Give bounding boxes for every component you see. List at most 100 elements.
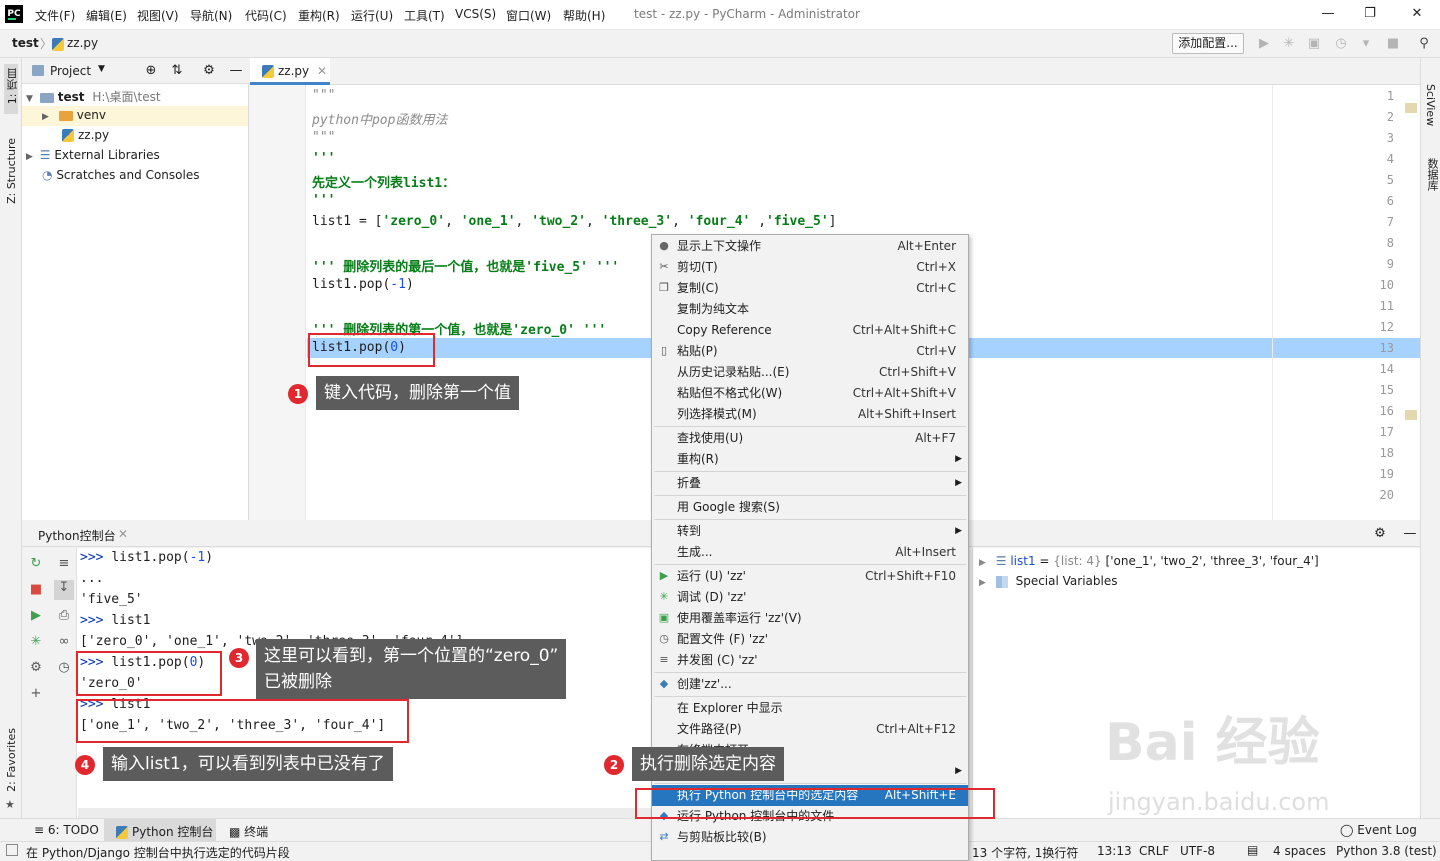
- context-menu-item[interactable]: 用 Google 搜索(S): [652, 497, 968, 518]
- status-encoding[interactable]: UTF-8: [1180, 844, 1215, 858]
- context-menu-item[interactable]: ▯ 粘贴(P) Ctrl+V: [652, 341, 968, 362]
- settings-icon[interactable]: ⚙: [28, 660, 44, 676]
- status-toggle-icon[interactable]: [6, 844, 18, 856]
- context-menu-item[interactable]: 转到 ▶: [652, 521, 968, 542]
- context-menu-item[interactable]: ❐ 复制(C) Ctrl+C: [652, 278, 968, 299]
- sciview-tool-tab[interactable]: SciView: [1424, 84, 1437, 126]
- context-menu-item[interactable]: ✳ 调试 (D) 'zz': [652, 587, 968, 608]
- breadcrumb-project[interactable]: test: [12, 36, 39, 50]
- restore-icon[interactable]: ❐: [1360, 6, 1380, 24]
- menu-code[interactable]: 代码(C): [245, 7, 287, 24]
- right-tool-stripe: SciView 数据库: [1420, 58, 1440, 818]
- context-menu-item[interactable]: 生成... Alt+Insert: [652, 542, 968, 563]
- structure-tool-tab[interactable]: Z: Structure: [5, 138, 18, 204]
- tree-item-venv[interactable]: ▶ venv: [42, 108, 106, 122]
- context-menu-item[interactable]: 复制为纯文本: [652, 299, 968, 320]
- run-icon: ▶: [659, 569, 669, 582]
- close-icon[interactable]: ✕: [1407, 6, 1427, 24]
- menu-vcs[interactable]: VCS(S): [455, 7, 496, 21]
- status-interpreter[interactable]: Python 3.8 (test): [1336, 844, 1437, 858]
- context-menu-item[interactable]: Copy Reference Ctrl+Alt+Shift+C: [652, 320, 968, 341]
- menu-window[interactable]: 窗口(W): [506, 7, 551, 24]
- menu-navigate[interactable]: 导航(N): [190, 7, 232, 24]
- chevron-down-icon[interactable]: ▼: [98, 64, 105, 74]
- profile-icon[interactable]: ◷: [1333, 36, 1349, 52]
- context-menu-item[interactable]: ◷ 配置文件 (F) 'zz': [652, 629, 968, 650]
- gear-icon[interactable]: ⚙: [201, 63, 217, 79]
- context-menu-item[interactable]: ◆ 创建'zz'...: [652, 674, 968, 695]
- hide-icon[interactable]: —: [228, 63, 244, 79]
- gear-icon[interactable]: ⚙: [1372, 526, 1388, 542]
- step-badge-2: 2: [604, 755, 624, 775]
- context-menu-item[interactable]: 粘贴但不格式化(W) Ctrl+Alt+Shift+V: [652, 383, 968, 404]
- menu-edit[interactable]: 编辑(E): [86, 7, 127, 24]
- context-menu-item[interactable]: 查找使用(U) Alt+F7: [652, 428, 968, 449]
- show-variables-icon[interactable]: ∞: [56, 634, 72, 650]
- event-log-tab[interactable]: ◯ Event Log: [1340, 823, 1417, 837]
- python-console-tab[interactable]: Python 控制台: [116, 823, 213, 840]
- rerun-icon[interactable]: ↻: [28, 556, 44, 572]
- add-configuration-button[interactable]: 添加配置...: [1172, 33, 1244, 54]
- collapse-icon[interactable]: ⇅: [169, 63, 185, 79]
- context-menu-item[interactable]: 折叠 ▶: [652, 473, 968, 494]
- breadcrumb-file[interactable]: zz.py: [67, 36, 98, 50]
- tree-root[interactable]: ▼ test H:\桌面\test: [26, 88, 161, 105]
- history-icon[interactable]: ◷: [56, 660, 72, 676]
- menu-run[interactable]: 运行(U): [351, 7, 393, 24]
- status-line-separator[interactable]: CRLF: [1139, 844, 1169, 858]
- project-view-selector[interactable]: Project: [50, 64, 91, 78]
- debug-icon[interactable]: ✳: [1281, 36, 1297, 52]
- terminal-tab[interactable]: ▩ 终端: [229, 823, 268, 840]
- run-icon[interactable]: ▶: [1256, 36, 1272, 52]
- console-scrollbar[interactable]: [78, 808, 652, 818]
- todo-tab[interactable]: ≡ 6: TODO: [34, 823, 99, 837]
- minimize-icon[interactable]: —: [1318, 6, 1338, 24]
- menu-file[interactable]: 文件(F): [35, 7, 75, 24]
- chevron-down-icon[interactable]: ▾: [1358, 36, 1374, 52]
- search-icon[interactable]: ⚲: [1416, 36, 1432, 52]
- context-menu-item[interactable]: 从历史记录粘贴...(E) Ctrl+Shift+V: [652, 362, 968, 383]
- hide-icon[interactable]: —: [1402, 526, 1418, 542]
- console-tab[interactable]: Python控制台: [38, 527, 116, 544]
- locate-icon[interactable]: ⊕: [143, 63, 159, 79]
- add-icon[interactable]: +: [28, 686, 44, 702]
- close-icon[interactable]: ✕: [317, 64, 327, 78]
- context-menu-item[interactable]: ▣ 使用覆盖率运行 'zz'(V): [652, 608, 968, 629]
- tree-item-zz-py[interactable]: zz.py: [62, 128, 109, 142]
- menu-refactor[interactable]: 重构(R): [298, 7, 340, 24]
- coverage-icon[interactable]: ▣: [1306, 36, 1322, 52]
- stop-icon[interactable]: ■: [28, 582, 44, 598]
- context-menu-item[interactable]: 列选择模式(M) Alt+Shift+Insert: [652, 404, 968, 425]
- line-number-gutter: [250, 85, 306, 520]
- context-menu-item[interactable]: 文件路径(P) Ctrl+Alt+F12: [652, 719, 968, 740]
- context-menu-item[interactable]: ● 显示上下文操作 Alt+Enter: [652, 236, 968, 257]
- context-menu-item[interactable]: ✂ 剪切(T) Ctrl+X: [652, 257, 968, 278]
- variable-row-special[interactable]: ▶ Special Variables: [979, 574, 1117, 588]
- menu-help[interactable]: 帮助(H): [563, 7, 605, 24]
- database-tool-tab[interactable]: 数据库: [1424, 158, 1440, 191]
- context-menu-item[interactable]: 在 Explorer 中显示: [652, 698, 968, 719]
- favorites-tool-tab[interactable]: 2: Favorites: [5, 728, 18, 792]
- context-menu-item[interactable]: ≡ 并发图 (C) 'zz': [652, 650, 968, 671]
- stop-icon[interactable]: ■: [1385, 36, 1401, 52]
- editor-tab-zz-py[interactable]: zz.py ✕: [250, 58, 330, 85]
- status-position[interactable]: 13:13: [1097, 844, 1132, 858]
- tree-item-scratches[interactable]: ◔ Scratches and Consoles: [42, 168, 199, 182]
- scroll-to-end-icon[interactable]: ↧: [54, 580, 74, 600]
- line-number: 20: [1379, 488, 1394, 500]
- project-tool-tab[interactable]: 1: 项目: [5, 68, 21, 104]
- menu-tools[interactable]: 工具(T): [404, 7, 445, 24]
- context-menu-item[interactable]: 重构(R) ▶: [652, 449, 968, 470]
- menu-view[interactable]: 视图(V): [137, 7, 179, 24]
- print-icon[interactable]: ⎙: [56, 608, 72, 624]
- variable-row-list1[interactable]: ▶ ☰ list1 = {list: 4} ['one_1', 'two_2',…: [979, 554, 1319, 568]
- context-menu-item[interactable]: ⇄ 与剪贴板比较(B): [652, 827, 968, 848]
- context-menu-item[interactable]: ▶ 运行 (U) 'zz' Ctrl+Shift+F10: [652, 566, 968, 587]
- debug-icon[interactable]: ✳: [28, 634, 44, 650]
- close-icon[interactable]: ✕: [118, 527, 128, 541]
- lock-icon[interactable]: ▤: [1247, 843, 1258, 857]
- status-indent[interactable]: 4 spaces: [1273, 844, 1326, 858]
- tree-item-external-libraries[interactable]: ▶ ☰ External Libraries: [26, 148, 160, 162]
- soft-wrap-icon[interactable]: ≡: [56, 556, 72, 572]
- run-icon[interactable]: ▶: [28, 608, 44, 624]
